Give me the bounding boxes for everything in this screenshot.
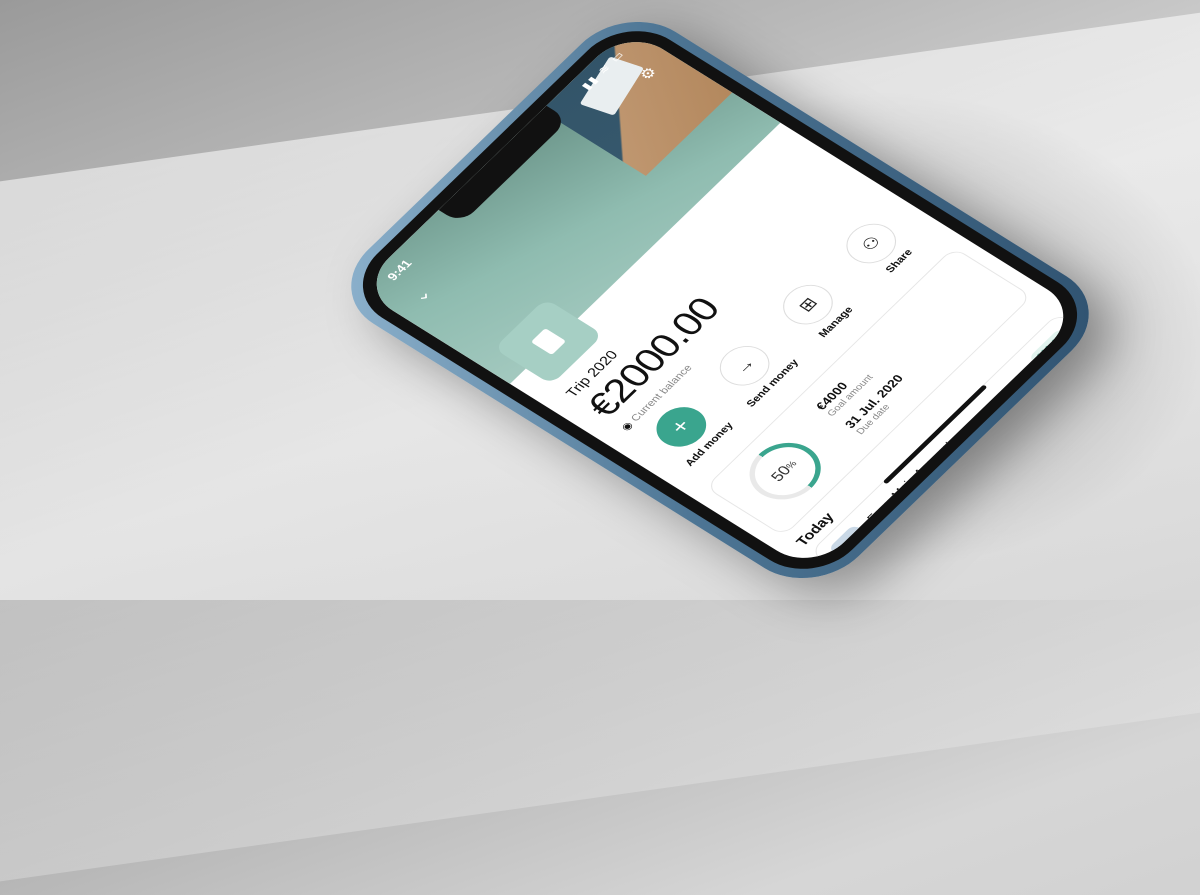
suitcase-icon: [530, 328, 567, 356]
phone-mockup: 9:41 ▮▮ ≋ ▭ ⌄ ⚙ Trip 2020 €2000.00 ◉Curr…: [323, 0, 1117, 600]
goal-progress-ring: 50%: [734, 431, 836, 511]
goal-percent: 50%: [742, 437, 828, 505]
stage: 9:41 ▮▮ ≋ ▭ ⌄ ⚙ Trip 2020 €2000.00 ◉Curr…: [0, 0, 1200, 600]
eye-icon[interactable]: ◉: [619, 420, 636, 433]
app-screen: 9:41 ▮▮ ≋ ▭ ⌄ ⚙ Trip 2020 €2000.00 ◉Curr…: [357, 27, 1083, 573]
